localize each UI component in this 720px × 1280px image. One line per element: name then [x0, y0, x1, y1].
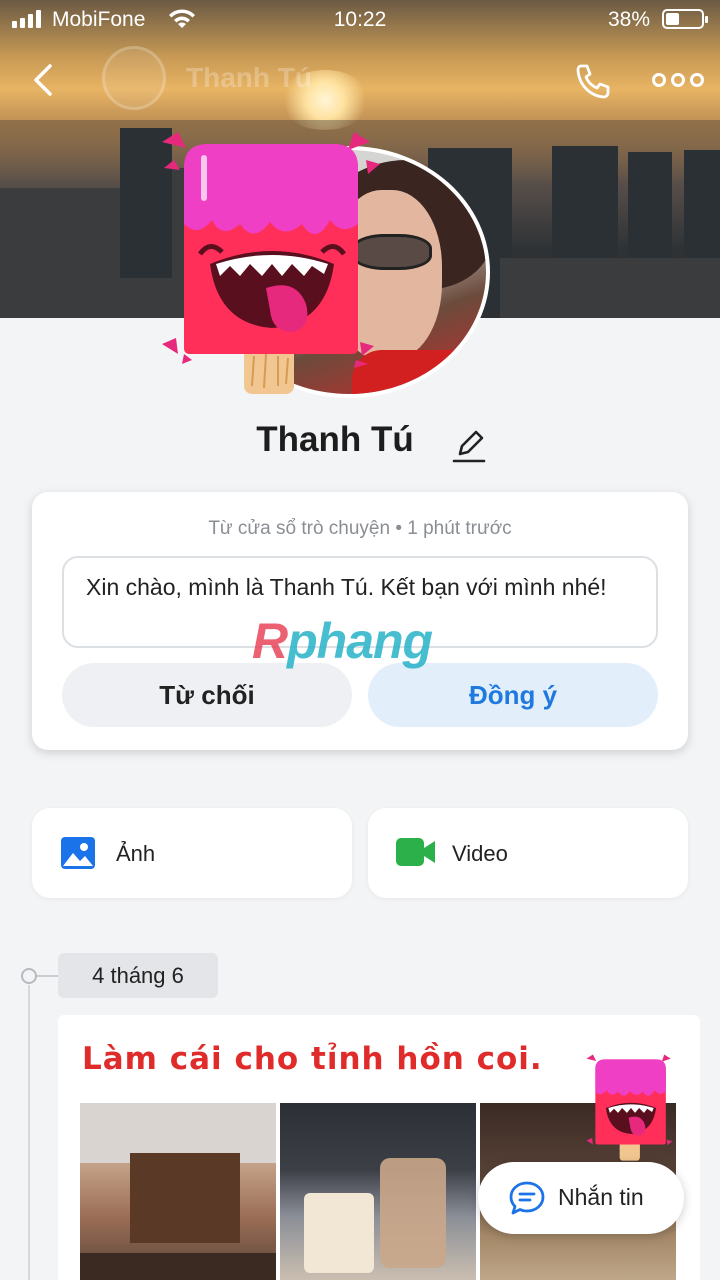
dot: [671, 73, 685, 87]
pencil-edit-icon[interactable]: [452, 426, 486, 464]
photo-cup: [380, 1158, 446, 1268]
accept-button[interactable]: Đồng ý: [368, 663, 658, 727]
timeline-connector: [37, 975, 59, 977]
request-source-timestamp: Từ cửa sổ trò chuyện • 1 phút trước: [208, 518, 512, 539]
watermark-logo: Rphang: [252, 612, 433, 670]
post-photo[interactable]: [80, 1103, 276, 1280]
building: [500, 258, 720, 318]
videos-tile[interactable]: Video: [368, 808, 688, 898]
timeline-line: [28, 985, 30, 1280]
timeline-dot: [21, 968, 37, 984]
photos-tile[interactable]: Ảnh: [32, 808, 352, 898]
battery-icon: [662, 9, 708, 29]
popsicle-sticker-small-icon: [586, 1054, 673, 1161]
chat-bubble-icon: [509, 1181, 545, 1215]
phone-icon[interactable]: [572, 60, 614, 102]
popsicle-sticker-icon: [162, 132, 380, 394]
nav-title: Thanh Tú: [186, 62, 312, 93]
profile-name: Thanh Tú: [0, 420, 720, 460]
photo-cup: [304, 1193, 374, 1273]
profile-name-text: Thanh Tú: [256, 420, 414, 459]
post-photo[interactable]: [280, 1103, 476, 1280]
photo-floor: [80, 1253, 276, 1280]
dot: [652, 73, 666, 87]
dot: [690, 73, 704, 87]
videos-label: Video: [452, 841, 508, 866]
watermark-first: R: [252, 613, 288, 669]
send-message-label: Nhắn tin: [558, 1184, 644, 1210]
battery-fill: [666, 13, 679, 25]
watermark-rest: phang: [287, 613, 433, 669]
status-bar: MobiFone 10:22 38%: [0, 0, 720, 40]
battery-percentage: 38%: [608, 8, 651, 31]
video-camera-icon: [396, 838, 435, 866]
photos-label: Ảnh: [116, 841, 156, 866]
photo-shelf: [130, 1153, 240, 1243]
nav-avatar: [102, 46, 166, 110]
timeline-date: 4 tháng 6: [58, 953, 218, 998]
more-options-icon[interactable]: [652, 68, 704, 92]
back-chevron-icon[interactable]: [26, 60, 62, 100]
send-message-button[interactable]: Nhắn tin: [478, 1162, 684, 1234]
post-caption: Làm cái cho tỉnh hồn coi.: [82, 1041, 543, 1077]
image-icon: [61, 837, 95, 869]
decline-button[interactable]: Từ chối: [62, 663, 352, 727]
